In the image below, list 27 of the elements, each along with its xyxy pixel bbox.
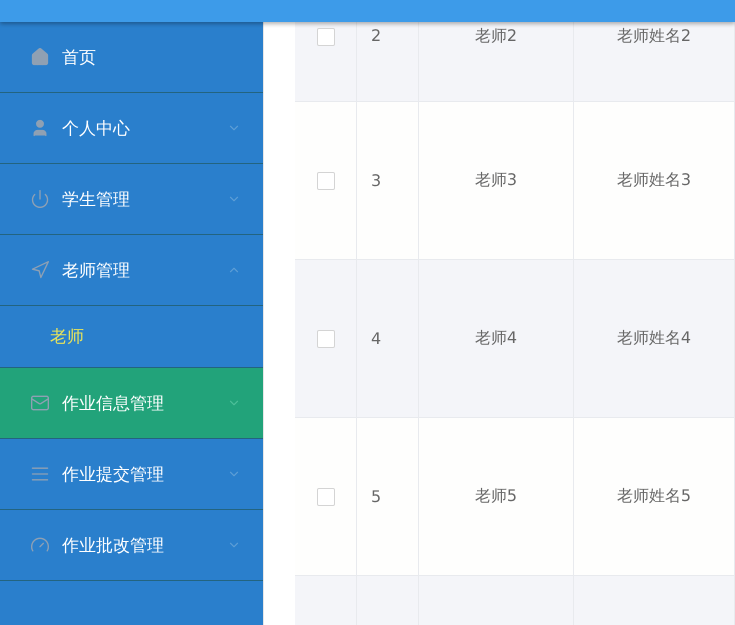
- row-checkbox[interactable]: [316, 488, 334, 506]
- row-checkbox[interactable]: [316, 28, 334, 46]
- table-cell: 老师姓名2: [616, 26, 692, 47]
- table-cell: 老师2: [474, 26, 518, 47]
- sidebar-item[interactable]: 作业提交管理: [0, 439, 263, 510]
- row-checkbox[interactable]: [316, 330, 334, 348]
- table-cell: 老师姓名5: [616, 486, 692, 507]
- navigation-icon: [30, 260, 50, 280]
- table-cell: 老师姓名3: [616, 170, 692, 191]
- table-cell: 老师姓名4: [616, 328, 692, 349]
- row-checkbox[interactable]: [316, 172, 334, 190]
- sidebar-item[interactable]: 首页: [0, 22, 263, 93]
- table-cell: 老师5: [474, 486, 518, 507]
- sidebar-item[interactable]: 作业信息管理: [0, 368, 263, 439]
- table-cell: 2: [371, 26, 382, 45]
- power-icon: [30, 189, 50, 209]
- table-cell: 3: [371, 171, 382, 190]
- sidebar-item[interactable]: 个人中心: [0, 93, 263, 164]
- home-icon: [30, 47, 50, 67]
- sidebar-item[interactable]: 学生管理: [0, 164, 263, 235]
- sidebar-item[interactable]: 老师管理: [0, 235, 263, 306]
- sidebar-item[interactable]: 作业批改管理: [0, 510, 263, 581]
- table-cell: 4: [371, 329, 382, 348]
- table-cell: 老师4: [474, 328, 518, 349]
- mail-icon: [30, 393, 50, 413]
- table-cell: 5: [371, 487, 382, 506]
- table-cell: 老师3: [474, 170, 518, 191]
